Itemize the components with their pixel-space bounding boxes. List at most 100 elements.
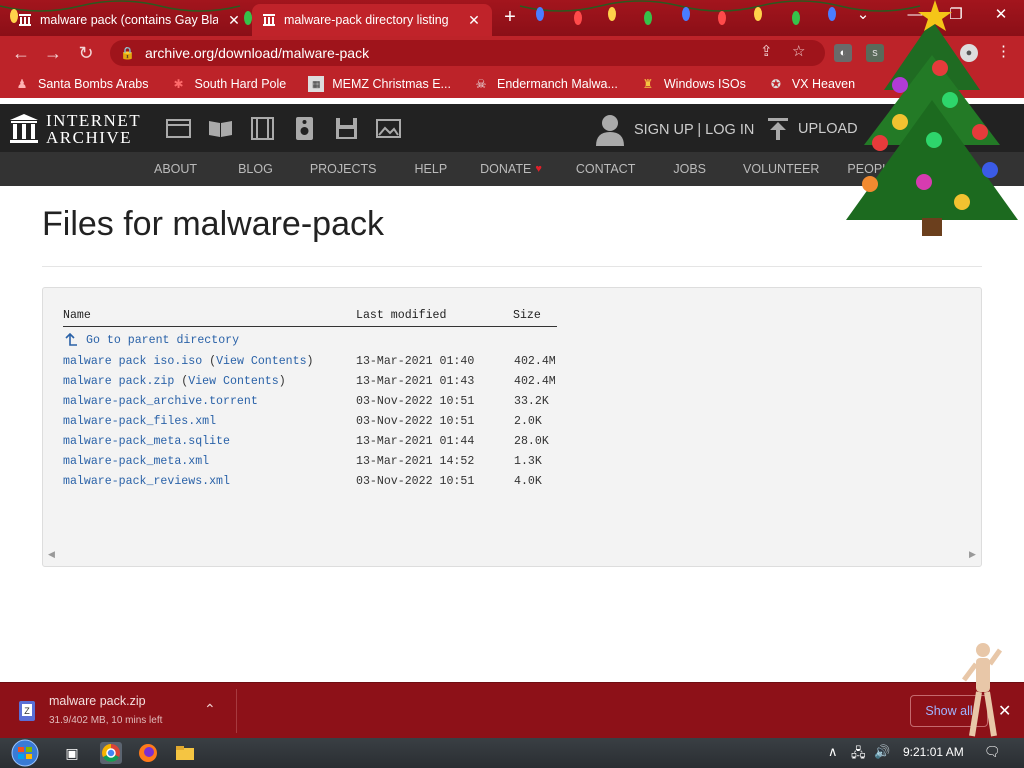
download-shelf: Z malware pack.zip 31.9/402 MB, 10 mins … <box>0 682 1024 738</box>
network-icon[interactable]: 🖧 <box>851 744 866 766</box>
taskbar: ▣ ∧ 🖧 🔊 9:21:01 AM 🗨 <box>0 738 1024 768</box>
tab-directory-listing[interactable]: malware-pack directory listing ✕ <box>252 4 492 36</box>
signin-link[interactable]: SIGN UP | LOG IN <box>596 114 754 146</box>
divider <box>42 266 982 267</box>
bookmark-windows-isos[interactable]: ♜ Windows ISOs <box>640 76 745 92</box>
archive-favicon-icon <box>262 13 276 27</box>
bookmark-memz-christmas[interactable]: ▦ MEMZ Christmas E... <box>308 76 451 92</box>
tab-close-icon[interactable]: ✕ <box>466 12 482 29</box>
url-text: archive.org/download/malware-pack <box>144 45 370 61</box>
table-row: malware-pack_meta.sqlite 13-Mar-2021 01:… <box>63 435 583 453</box>
bookmark-south-hard-pole[interactable]: ✱ South Hard Pole <box>170 76 286 92</box>
nav-blog[interactable]: BLOG <box>238 162 273 176</box>
file-link[interactable]: malware-pack_meta.sqlite <box>63 435 230 448</box>
santa-icon: ♟ <box>16 77 28 91</box>
reload-button[interactable]: ↻ <box>73 41 99 65</box>
bookmark-santa-bombs-arabs[interactable]: ♟ Santa Bombs Arabs <box>14 76 149 92</box>
archive-favicon-icon <box>18 13 32 27</box>
notifications-icon[interactable]: 🗨 <box>984 744 1001 760</box>
images-icon[interactable] <box>376 116 401 141</box>
bookmark-endermanch[interactable]: ☠ Endermanch Malwa... <box>473 76 618 92</box>
nav-help[interactable]: HELP <box>415 162 448 176</box>
file-link[interactable]: malware-pack_archive.torrent <box>63 395 258 408</box>
archive-building-icon <box>10 114 38 143</box>
forward-button[interactable]: → <box>40 41 66 65</box>
signin-label: SIGN UP | LOG IN <box>634 122 755 138</box>
bookmark-label: Santa Bombs Arabs <box>38 77 149 91</box>
tray-expand-icon[interactable]: ∧ <box>828 744 838 760</box>
header-underline <box>63 326 557 327</box>
file-modified: 03-Nov-2022 10:51 <box>356 475 475 488</box>
table-row: malware pack.zip (View Contents) 13-Mar-… <box>63 375 556 388</box>
archive-logo[interactable]: INTERNET ARCHIVE <box>10 112 141 146</box>
tab-title: malware-pack directory listing <box>284 13 449 27</box>
divider <box>236 689 237 733</box>
table-row: malware-pack_meta.xml 13-Mar-2021 14:52 … <box>63 455 583 473</box>
task-view-icon[interactable]: ▣ <box>61 742 83 764</box>
nav-volunteer[interactable]: VOLUNTEER <box>743 162 819 176</box>
nav-about[interactable]: ABOUT <box>154 162 197 176</box>
address-bar[interactable]: 🔒 archive.org/download/malware-pack <box>110 40 825 66</box>
lock-icon: 🔒 <box>120 46 135 60</box>
scroll-left-icon[interactable]: ◀ <box>48 550 55 560</box>
nav-jobs[interactable]: JOBS <box>673 162 706 176</box>
nav-contact[interactable]: CONTACT <box>576 162 636 176</box>
view-contents-link[interactable]: View Contents <box>188 375 278 388</box>
back-button[interactable]: ← <box>8 41 34 65</box>
christmas-tree-decoration <box>846 0 1018 236</box>
scroll-right-icon[interactable]: ▶ <box>969 550 976 560</box>
file-size: 402.4M <box>514 355 556 368</box>
tab-title: malware pack (contains Gay Blac <box>40 13 218 27</box>
file-link[interactable]: malware pack iso.iso <box>63 355 202 368</box>
file-size: 1.3K <box>514 455 542 468</box>
tab-close-icon[interactable]: ✕ <box>226 12 242 29</box>
snowflake-icon: ✱ <box>173 77 184 91</box>
file-link[interactable]: malware-pack_meta.xml <box>63 455 209 468</box>
user-icon <box>596 115 624 146</box>
start-orb-icon[interactable] <box>8 739 42 767</box>
file-link[interactable]: malware-pack_reviews.xml <box>63 475 230 488</box>
texts-book-icon[interactable] <box>208 116 233 141</box>
column-header-name: Name <box>63 309 91 322</box>
file-size: 4.0K <box>514 475 542 488</box>
bookmark-star-icon[interactable]: ☆ <box>792 42 805 60</box>
new-tab-button[interactable]: + <box>498 6 522 30</box>
download-status: 31.9/402 MB, 10 mins left <box>49 715 163 726</box>
firefox-icon[interactable] <box>137 742 159 764</box>
chevron-up-icon[interactable]: ⌃ <box>204 701 216 718</box>
column-header-modified: Last modified <box>356 309 447 322</box>
upload-arrow-icon <box>768 118 788 140</box>
web-icon[interactable] <box>166 116 191 141</box>
parent-label: Go to parent directory <box>86 333 240 347</box>
view-contents-link[interactable]: View Contents <box>216 355 306 368</box>
dancer-decoration <box>962 643 1003 737</box>
skull-icon: ☠ <box>475 77 487 91</box>
video-film-icon[interactable] <box>250 116 275 141</box>
column-header-size: Size <box>513 309 541 322</box>
file-modified: 13-Mar-2021 14:52 <box>356 455 475 468</box>
parent-directory-link[interactable]: Go to parent directory <box>63 333 239 347</box>
download-filename[interactable]: malware pack.zip <box>49 694 146 708</box>
share-icon[interactable]: ⇪ <box>760 42 773 60</box>
windows-icon: ♜ <box>642 77 654 91</box>
logo-line1: INTERNET <box>46 111 142 130</box>
logo-line2: ARCHIVE <box>46 128 133 147</box>
chrome-taskbar-icon[interactable] <box>100 742 122 764</box>
tab-malware-pack[interactable]: malware pack (contains Gay Blac ✕ <box>8 4 252 36</box>
memz-icon: ▦ <box>308 76 325 92</box>
file-link[interactable]: malware-pack_files.xml <box>63 415 216 428</box>
file-size: 2.0K <box>514 415 542 428</box>
nav-projects[interactable]: PROJECTS <box>310 162 377 176</box>
volume-icon[interactable]: 🔊 <box>874 744 890 760</box>
file-modified: 03-Nov-2022 10:51 <box>356 415 475 428</box>
media-type-icons <box>166 116 401 141</box>
table-row: malware pack iso.iso (View Contents) 13-… <box>63 355 556 368</box>
audio-speaker-icon[interactable] <box>292 116 317 141</box>
file-modified: 13-Mar-2021 01:40 <box>356 355 475 368</box>
nav-donate[interactable]: DONATE <box>480 162 531 176</box>
software-floppy-icon[interactable] <box>334 116 359 141</box>
clock[interactable]: 9:21:01 AM <box>903 745 964 759</box>
vx-icon: ✪ <box>770 77 781 91</box>
file-link[interactable]: malware pack.zip <box>63 375 174 388</box>
file-explorer-icon[interactable] <box>174 742 196 764</box>
